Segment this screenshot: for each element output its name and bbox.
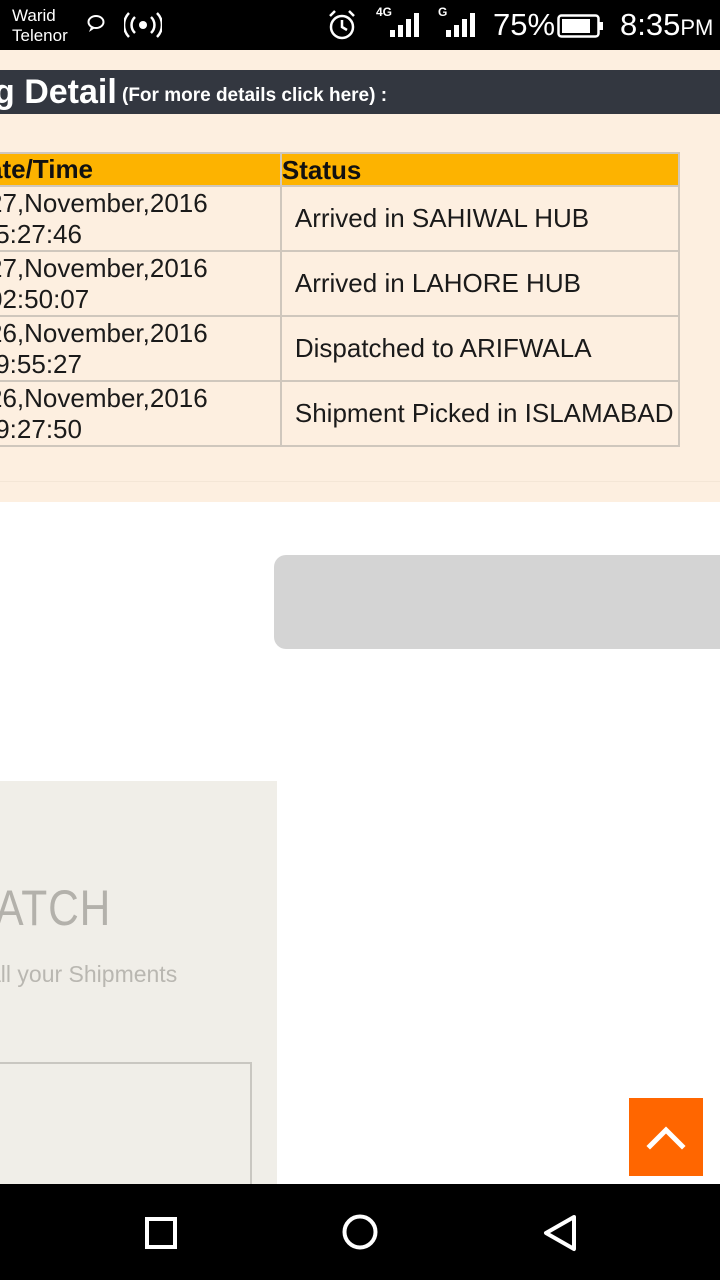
row-status: Arrived in LAHORE HUB <box>279 250 681 317</box>
table-row: 27,November,2016 5:27:46 Arrived in SAHI… <box>0 185 681 252</box>
signal-bars-icon <box>442 12 476 43</box>
tracking-title: g Detail <box>0 73 117 111</box>
divider <box>0 481 720 482</box>
table-row: 27,November,201602:50:07 Arrived in LAHO… <box>0 250 681 317</box>
table-row: 26,November,2016 9:27:50 Shipment Picked… <box>0 380 681 447</box>
tracking-title-bar: g Detail (For more details click here) : <box>0 70 720 114</box>
row-status: Shipment Picked in ISLAMABAD <box>279 380 681 447</box>
grey-panel[interactable] <box>274 555 720 649</box>
header-status: Status <box>279 152 681 187</box>
carrier-1: Warid <box>12 6 56 25</box>
row-status: Dispatched to ARIFWALA <box>279 315 681 382</box>
tracking-input-box[interactable] <box>0 1062 252 1184</box>
clock-ampm: PM <box>680 15 714 40</box>
chat-bubble-icon <box>86 14 106 39</box>
more-details-link[interactable]: (For more details click here) : <box>122 84 387 108</box>
alarm-icon <box>327 9 357 46</box>
header-datetime: ate/Time <box>0 152 282 187</box>
top-band <box>0 50 720 70</box>
table-row: 26,November,2016 9:55:27 Dispatched to A… <box>0 315 681 382</box>
hotspot-icon <box>122 12 164 43</box>
clock: 8:35PM <box>620 6 713 47</box>
signal-bars-icon <box>386 12 420 43</box>
battery-icon <box>557 14 605 43</box>
row-datetime: 26,November,2016 9:27:50 <box>0 380 282 447</box>
circle-icon[interactable] <box>341 1213 379 1256</box>
triangle-back-icon[interactable] <box>541 1213 579 1258</box>
web-page: g Detail (For more details click here) :… <box>0 50 720 1184</box>
carrier-2: Telenor <box>12 26 68 45</box>
carrier-names: Warid Telenor <box>12 6 68 46</box>
navigation-bar <box>0 1184 720 1280</box>
scroll-to-top-button[interactable] <box>629 1098 703 1176</box>
square-icon[interactable] <box>144 1216 178 1255</box>
row-datetime: 26,November,2016 9:55:27 <box>0 315 282 382</box>
promo-tagline: all your Shipments <box>0 961 178 987</box>
promo-heading: SPATCH <box>0 880 112 936</box>
tracking-table: ate/Time Status 27,November,2016 5:27:46… <box>0 152 681 447</box>
promo-panel: SPATCH all your Shipments <box>0 781 277 1184</box>
row-datetime: 27,November,2016 5:27:46 <box>0 185 282 252</box>
battery-percent: 75% <box>493 7 556 42</box>
status-bar: Warid Telenor 4G G 75% 8:35PM <box>0 0 720 50</box>
chevron-up-icon <box>646 1126 686 1150</box>
clock-time: 8:35 <box>620 7 681 42</box>
table-header-row: ate/Time Status <box>0 152 681 187</box>
row-datetime: 27,November,201602:50:07 <box>0 250 282 317</box>
row-status: Arrived in SAHIWAL HUB <box>279 185 681 252</box>
